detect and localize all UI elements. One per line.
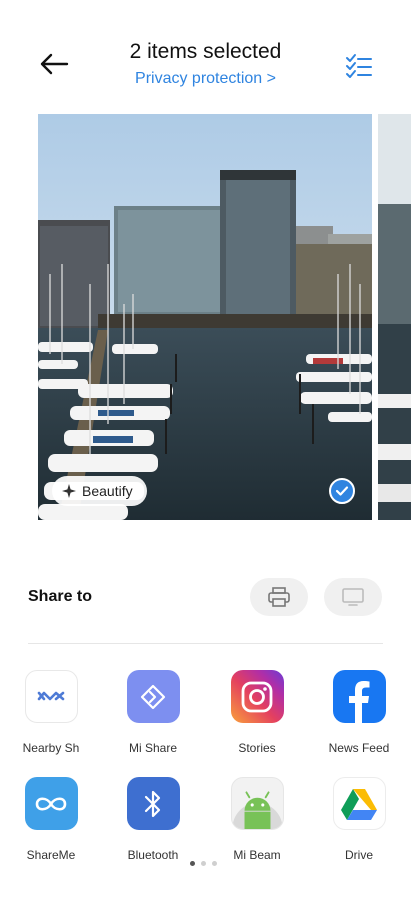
- share-to-row: Share to: [0, 578, 411, 618]
- sparkle-icon: [62, 484, 76, 498]
- header: 2 items selected Privacy protection >: [0, 0, 411, 110]
- mi-share-icon: [126, 670, 180, 723]
- app-label: ShareMe: [26, 848, 76, 862]
- checkmark-icon: [335, 486, 349, 496]
- app-mi-beam[interactable]: Mi Beam: [212, 777, 302, 862]
- app-label: Nearby Sh: [22, 741, 80, 755]
- print-button[interactable]: [250, 578, 308, 616]
- page-dot: [201, 861, 206, 866]
- app-nearby-share[interactable]: Nearby Sh: [6, 670, 96, 755]
- nearby-share-icon: [24, 670, 78, 723]
- android-icon: [230, 777, 284, 830]
- page-indicator: [190, 861, 217, 866]
- app-label: Bluetooth: [127, 848, 179, 862]
- selected-photo-harbor[interactable]: [38, 114, 372, 520]
- google-drive-icon: [332, 777, 386, 830]
- bluetooth-icon: [126, 777, 180, 830]
- app-label: Drive: [344, 848, 373, 862]
- selected-check-badge[interactable]: [329, 478, 355, 504]
- beautify-label: Beautify: [82, 483, 133, 499]
- facebook-icon: [332, 670, 386, 723]
- app-label: Stories: [238, 741, 276, 755]
- next-photo-preview[interactable]: [378, 114, 411, 520]
- app-label: Mi Beam: [233, 848, 281, 862]
- select-mode-button[interactable]: [344, 52, 374, 80]
- instagram-icon: [230, 670, 284, 723]
- app-google-drive[interactable]: Drive: [314, 777, 404, 862]
- cast-screen-button[interactable]: [324, 578, 382, 616]
- share-to-label: Share to: [28, 588, 93, 605]
- app-mi-share[interactable]: Mi Share: [108, 670, 198, 755]
- monitor-icon: [342, 588, 364, 606]
- printer-icon: [268, 587, 290, 607]
- beautify-button[interactable]: Beautify: [52, 476, 147, 506]
- app-bluetooth[interactable]: Bluetooth: [108, 777, 198, 862]
- checklist-icon: [346, 54, 372, 78]
- page-dot-active: [190, 861, 195, 866]
- divider: [28, 643, 383, 644]
- app-instagram-stories[interactable]: Stories: [212, 670, 302, 755]
- app-label: News Feed: [328, 741, 390, 755]
- app-label: Mi Share: [128, 741, 178, 755]
- app-facebook-news-feed[interactable]: News Feed: [314, 670, 404, 755]
- page-dot: [212, 861, 217, 866]
- shareme-icon: [24, 777, 78, 830]
- app-shareme[interactable]: ShareMe: [6, 777, 96, 862]
- photo-carousel[interactable]: [38, 114, 411, 520]
